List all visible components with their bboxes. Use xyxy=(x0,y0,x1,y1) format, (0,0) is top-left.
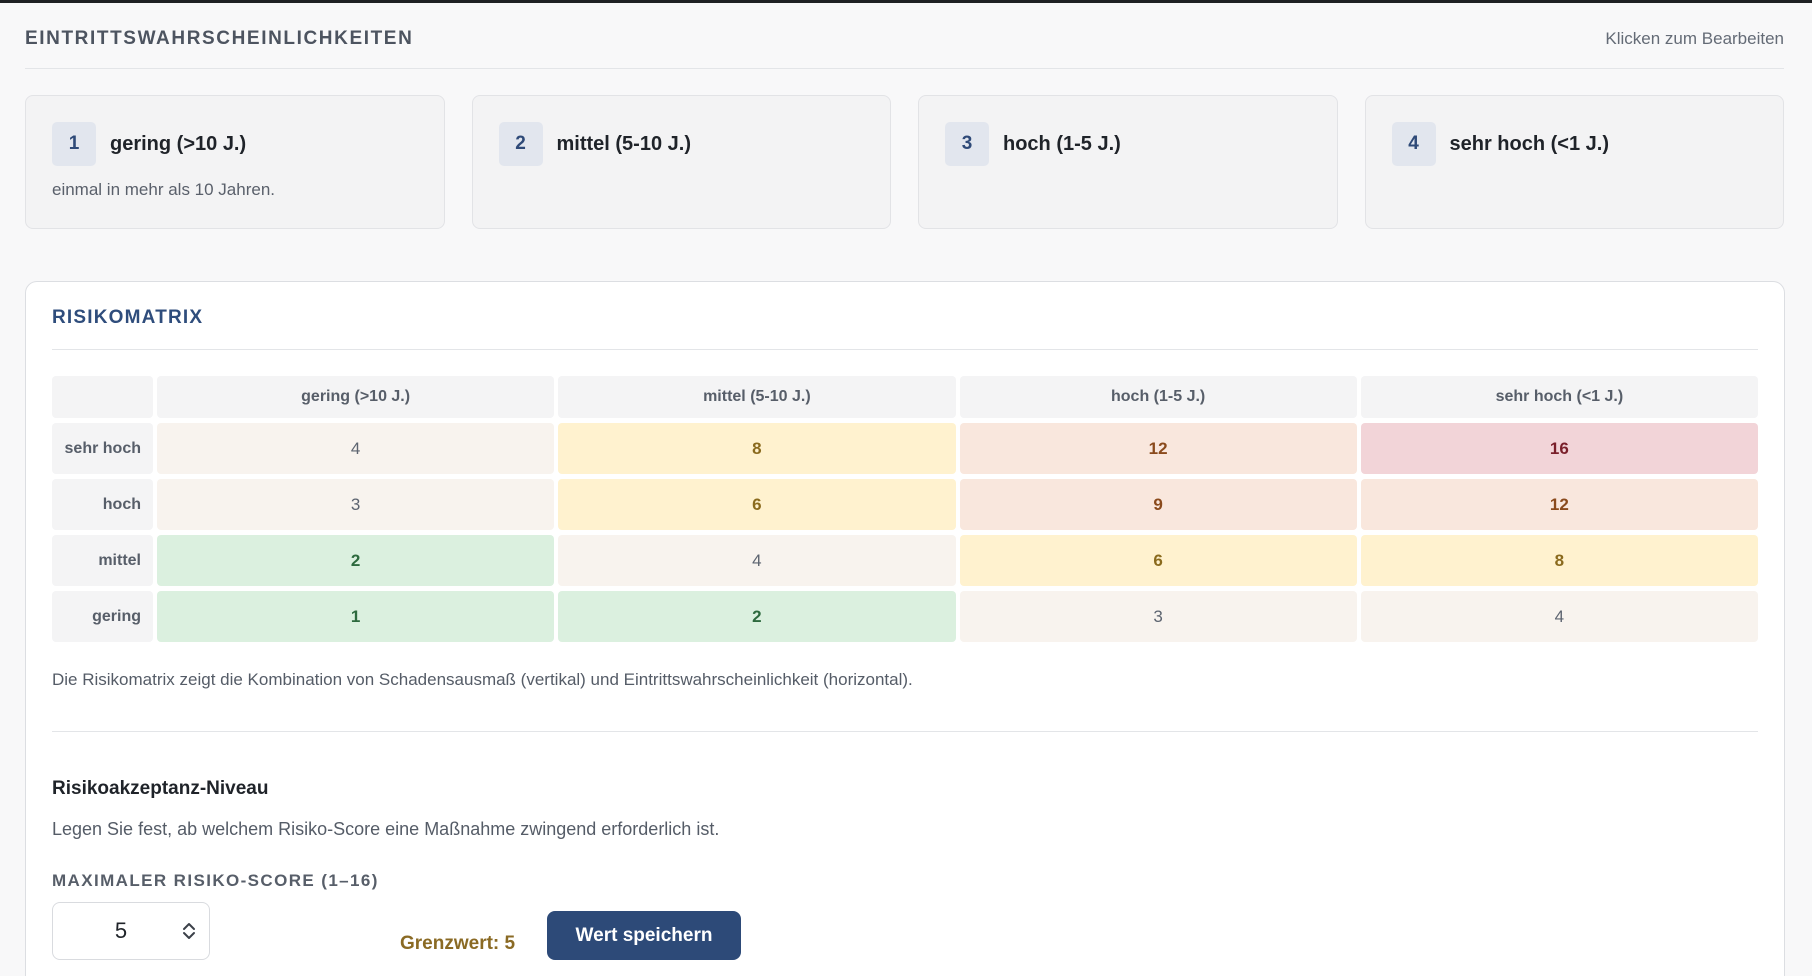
matrix-cell: 6 xyxy=(959,535,1357,586)
chevron-up-icon[interactable] xyxy=(182,921,196,931)
matrix-row-header: mittel xyxy=(52,535,153,586)
score-stepper[interactable] xyxy=(169,903,209,959)
probability-number: 3 xyxy=(945,122,989,166)
matrix-row-header: hoch xyxy=(52,479,153,530)
matrix-cell: 8 xyxy=(1360,535,1758,586)
matrix-cell: 4 xyxy=(157,423,555,474)
matrix-column-header: mittel (5-10 J.) xyxy=(558,376,956,418)
matrix-cell: 1 xyxy=(157,591,555,642)
save-value-button[interactable]: Wert speichern xyxy=(547,911,741,960)
probability-card-head: 1 gering (>10 J.) xyxy=(52,122,418,166)
probability-label: mittel (5-10 J.) xyxy=(556,132,691,155)
risk-matrix-grid: gering (>10 J.) mittel (5-10 J.) hoch (1… xyxy=(52,376,1758,642)
edit-hint[interactable]: Klicken zum Bearbeiten xyxy=(1605,23,1784,49)
matrix-cell: 4 xyxy=(1360,591,1758,642)
probability-card-4[interactable]: 4 sehr hoch (<1 J.) xyxy=(1364,95,1784,229)
section-title: EINTRITTSWAHRSCHEINLICHKEITEN xyxy=(25,27,414,49)
acceptance-description: Legen Sie fest, ab welchem Risiko-Score … xyxy=(52,819,720,839)
matrix-column-header: hoch (1-5 J.) xyxy=(959,376,1357,418)
matrix-cell: 2 xyxy=(558,591,956,642)
matrix-row-header: sehr hoch xyxy=(52,423,153,474)
probability-label: hoch (1-5 J.) xyxy=(1003,132,1121,155)
max-score-input[interactable]: 5 xyxy=(52,902,210,960)
probability-card-head: 4 sehr hoch (<1 J.) xyxy=(1391,122,1758,166)
max-score-value[interactable]: 5 xyxy=(53,918,169,944)
probability-number: 2 xyxy=(498,122,543,166)
risk-matrix-header: RISIKOMATRIX xyxy=(52,282,1758,350)
matrix-row-header: gering xyxy=(52,591,153,642)
acceptance-title: Risikoakzeptanz-Niveau xyxy=(52,778,269,799)
matrix-cell: 8 xyxy=(558,423,956,474)
risk-matrix-title: RISIKOMATRIX xyxy=(52,306,204,328)
probability-number: 1 xyxy=(52,122,96,166)
section-divider xyxy=(52,731,1758,732)
risk-matrix-panel: RISIKOMATRIX gering (>10 J.) mittel (5-1… xyxy=(25,281,1785,976)
probability-card-head: 3 hoch (1-5 J.) xyxy=(945,122,1311,166)
matrix-cell: 2 xyxy=(157,535,555,586)
probability-description: einmal in mehr als 10 Jahren. xyxy=(52,180,276,199)
matrix-cell: 3 xyxy=(959,591,1357,642)
matrix-column-header: sehr hoch (<1 J.) xyxy=(1360,376,1758,418)
threshold-text: Grenzwert: 5 xyxy=(400,933,516,954)
matrix-cell: 12 xyxy=(1360,479,1758,530)
probability-card-1[interactable]: 1 gering (>10 J.) einmal in mehr als 10 … xyxy=(25,95,445,229)
probability-card-head: 2 mittel (5-10 J.) xyxy=(498,122,865,166)
matrix-cell: 6 xyxy=(558,479,956,530)
matrix-cell: 3 xyxy=(157,479,555,530)
matrix-column-header: gering (>10 J.) xyxy=(157,376,555,418)
probability-card-3[interactable]: 3 hoch (1-5 J.) xyxy=(918,95,1338,229)
probability-number: 4 xyxy=(1391,122,1436,166)
probability-cards: 1 gering (>10 J.) einmal in mehr als 10 … xyxy=(25,95,1784,229)
risk-matrix-note: Die Risikomatrix zeigt die Kombination v… xyxy=(52,670,913,689)
matrix-corner xyxy=(52,376,153,418)
probability-card-2[interactable]: 2 mittel (5-10 J.) xyxy=(471,95,891,229)
matrix-cell: 12 xyxy=(959,423,1357,474)
chevron-down-icon[interactable] xyxy=(182,931,196,941)
max-score-label: MAXIMALER RISIKO-SCORE (1–16) xyxy=(52,871,379,890)
matrix-cell: 9 xyxy=(959,479,1357,530)
probability-label: gering (>10 J.) xyxy=(110,132,247,155)
matrix-cell: 4 xyxy=(558,535,956,586)
matrix-cell: 16 xyxy=(1360,423,1758,474)
probability-label: sehr hoch (<1 J.) xyxy=(1449,132,1610,155)
probabilities-header: EINTRITTSWAHRSCHEINLICHKEITEN Klicken zu… xyxy=(25,3,1784,69)
